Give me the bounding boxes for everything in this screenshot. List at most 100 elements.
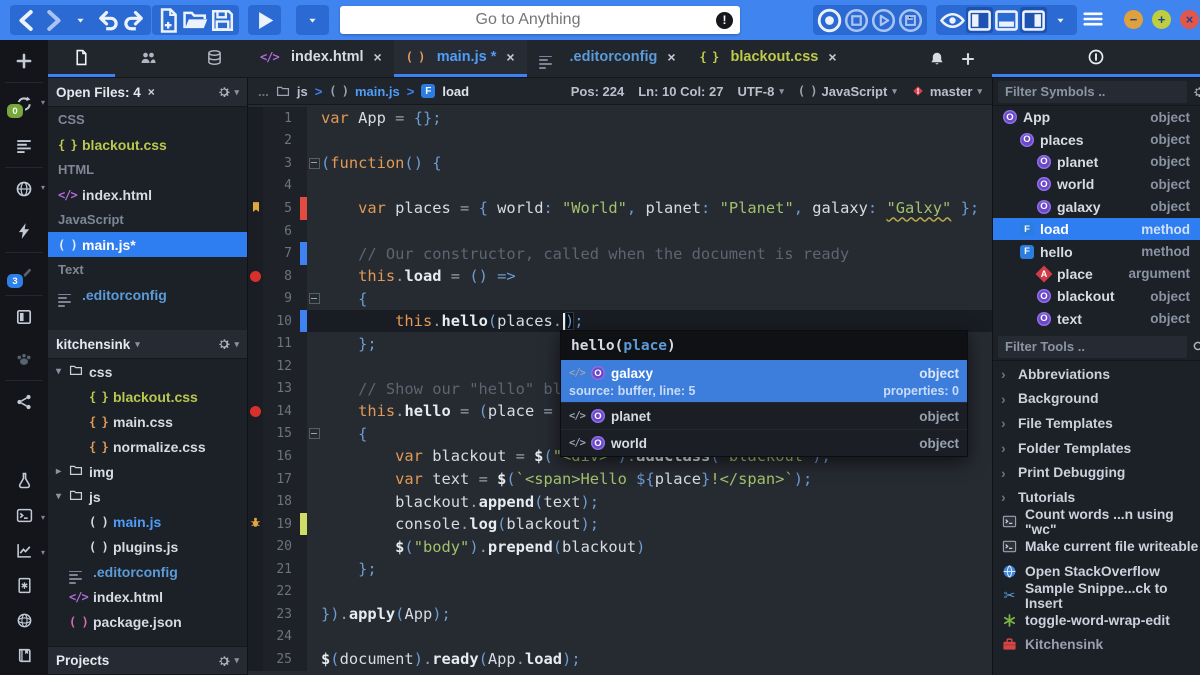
fold-margin[interactable] [307, 490, 321, 513]
filter-tools-input[interactable] [998, 336, 1187, 358]
code-line[interactable]: 20 $("body").prepend(blackout) [248, 535, 992, 558]
new-tab-icon[interactable] [960, 51, 976, 67]
panel-left-button[interactable] [966, 7, 993, 33]
tab-menu-icon[interactable] [929, 51, 945, 67]
close-icon[interactable]: × [667, 49, 675, 65]
status-encoding[interactable]: UTF-8▾ [737, 84, 783, 99]
open-file-item[interactable]: { }blackout.css [48, 132, 247, 157]
tree-file-item[interactable]: </>index.html [48, 584, 247, 609]
tree-file-item[interactable]: { }normalize.css [48, 434, 247, 459]
fold-collapse-icon[interactable] [309, 158, 320, 169]
fold-margin[interactable] [307, 558, 321, 581]
fold-margin[interactable] [307, 513, 321, 536]
breakpoint-margin[interactable] [248, 152, 263, 175]
breakpoint-margin[interactable] [248, 580, 263, 603]
gear-icon[interactable] [1192, 85, 1200, 99]
tree-file-item[interactable]: { }main.css [48, 409, 247, 434]
save-circle-button[interactable] [897, 7, 924, 33]
code-text[interactable] [321, 220, 992, 243]
tool-folder-Abbreviations[interactable]: ›Abbreviations [993, 362, 1200, 387]
share-rail-button[interactable] [0, 381, 48, 423]
code-text[interactable]: blackout.append(text); [321, 490, 992, 513]
tool-item[interactable]: ✂Sample Snippe...ck to Insert [993, 583, 1200, 608]
tool-folder-Print Debugging[interactable]: ›Print Debugging [993, 460, 1200, 485]
terminal-rail-button[interactable]: ▾ [0, 498, 48, 533]
open-folder-button[interactable] [182, 7, 209, 33]
code-text[interactable]: // Our constructor, called when the docu… [321, 242, 992, 265]
gear-icon[interactable] [217, 85, 231, 99]
code-text[interactable] [321, 130, 992, 153]
symbol-text[interactable]: Otextobject [993, 308, 1200, 330]
tab-.editorconfig[interactable]: .editorconfig× [527, 40, 688, 77]
minimize-window-button[interactable]: − [1124, 10, 1143, 29]
fold-margin[interactable] [307, 175, 321, 198]
fold-margin[interactable] [307, 378, 321, 401]
plus-rail-button[interactable] [0, 40, 48, 82]
breadcrumb-file[interactable]: main.js [355, 84, 400, 99]
fold-margin[interactable] [307, 468, 321, 491]
symbol-App[interactable]: OAppobject [993, 106, 1200, 128]
code-text[interactable]: { [321, 287, 992, 310]
code-text[interactable]: $(document).ready(App.load); [321, 648, 992, 671]
tree-folder-item[interactable]: ▾css [48, 359, 247, 384]
breadcrumb-symbol[interactable]: load [442, 84, 469, 99]
code-line[interactable]: 4 [248, 175, 992, 198]
panel-bottom-button[interactable] [993, 7, 1020, 33]
fold-margin[interactable] [307, 197, 321, 220]
breakpoint-margin[interactable] [248, 558, 263, 581]
breakpoint-margin[interactable] [248, 513, 263, 536]
symbol-load[interactable]: Floadmethod [993, 218, 1200, 240]
code-line[interactable]: 23}).apply(App); [248, 603, 992, 626]
fold-margin[interactable] [307, 130, 321, 153]
tree-expand-icon[interactable]: ▸ [56, 466, 69, 477]
go-to-anything-searchbox[interactable]: ! [340, 6, 740, 34]
code-line[interactable]: 19 console.log(blackout); [248, 513, 992, 536]
code-text[interactable]: }; [321, 558, 992, 581]
breakpoint-margin[interactable] [248, 355, 263, 378]
breakpoint-margin[interactable] [248, 242, 263, 265]
code-line[interactable]: 25$(document).ready(App.load); [248, 648, 992, 671]
breakpoint-margin[interactable] [248, 445, 263, 468]
code-line[interactable]: 5 var places = { world: "World", planet:… [248, 197, 992, 220]
play-circle-button[interactable] [870, 7, 897, 33]
fold-margin[interactable] [307, 400, 321, 423]
pane-tab-users[interactable] [115, 40, 182, 77]
code-line[interactable]: 6 [248, 220, 992, 243]
fold-collapse-icon[interactable] [309, 428, 320, 439]
open-file-item[interactable]: ( )main.js* [48, 232, 247, 257]
stop-button[interactable] [843, 7, 870, 33]
chart-rail-button[interactable]: ▾ [0, 533, 48, 568]
tree-file-item[interactable]: .editorconfig [48, 559, 247, 584]
breakpoint-margin[interactable] [248, 490, 263, 513]
tree-file-item[interactable]: ( )package.json [48, 609, 247, 634]
tool-folder-Folder Templates[interactable]: ›Folder Templates [993, 436, 1200, 461]
open-file-item[interactable]: </>index.html [48, 182, 247, 207]
sphere-rail-button[interactable] [0, 603, 48, 638]
symbol-blackout[interactable]: Oblackoutobject [993, 285, 1200, 307]
code-line[interactable]: 21 }; [248, 558, 992, 581]
code-text[interactable]: var places = { world: "World", planet: "… [321, 197, 992, 220]
undo-button[interactable] [94, 7, 121, 33]
snippet-rail-button[interactable] [0, 568, 48, 603]
breadcrumb-folder[interactable]: js [297, 84, 308, 99]
code-text[interactable] [321, 626, 992, 649]
breakpoint-margin[interactable] [248, 423, 263, 446]
book-rail-button[interactable] [0, 638, 48, 673]
tool-folder-Background[interactable]: ›Background [993, 387, 1200, 412]
symbol-world[interactable]: Oworldobject [993, 173, 1200, 195]
tree-folder-item[interactable]: ▸img [48, 459, 247, 484]
pane-tab-file-page[interactable] [48, 40, 115, 77]
code-text[interactable]: console.log(blackout); [321, 513, 992, 536]
tab-symbol-browser[interactable] [992, 40, 1200, 77]
code-text[interactable]: $("body").prepend(blackout) [321, 535, 992, 558]
tree-expand-icon[interactable]: ▾ [56, 366, 69, 377]
fold-margin[interactable] [307, 152, 321, 175]
claw-rail-button[interactable] [0, 338, 48, 380]
breakpoint-margin[interactable] [248, 265, 263, 288]
fold-margin[interactable] [307, 423, 321, 446]
fold-margin[interactable] [307, 107, 321, 130]
breakpoint-margin[interactable] [248, 197, 263, 220]
symbol-places[interactable]: Oplacesobject [993, 128, 1200, 150]
fold-margin[interactable] [307, 648, 321, 671]
close-icon[interactable]: × [506, 49, 514, 65]
